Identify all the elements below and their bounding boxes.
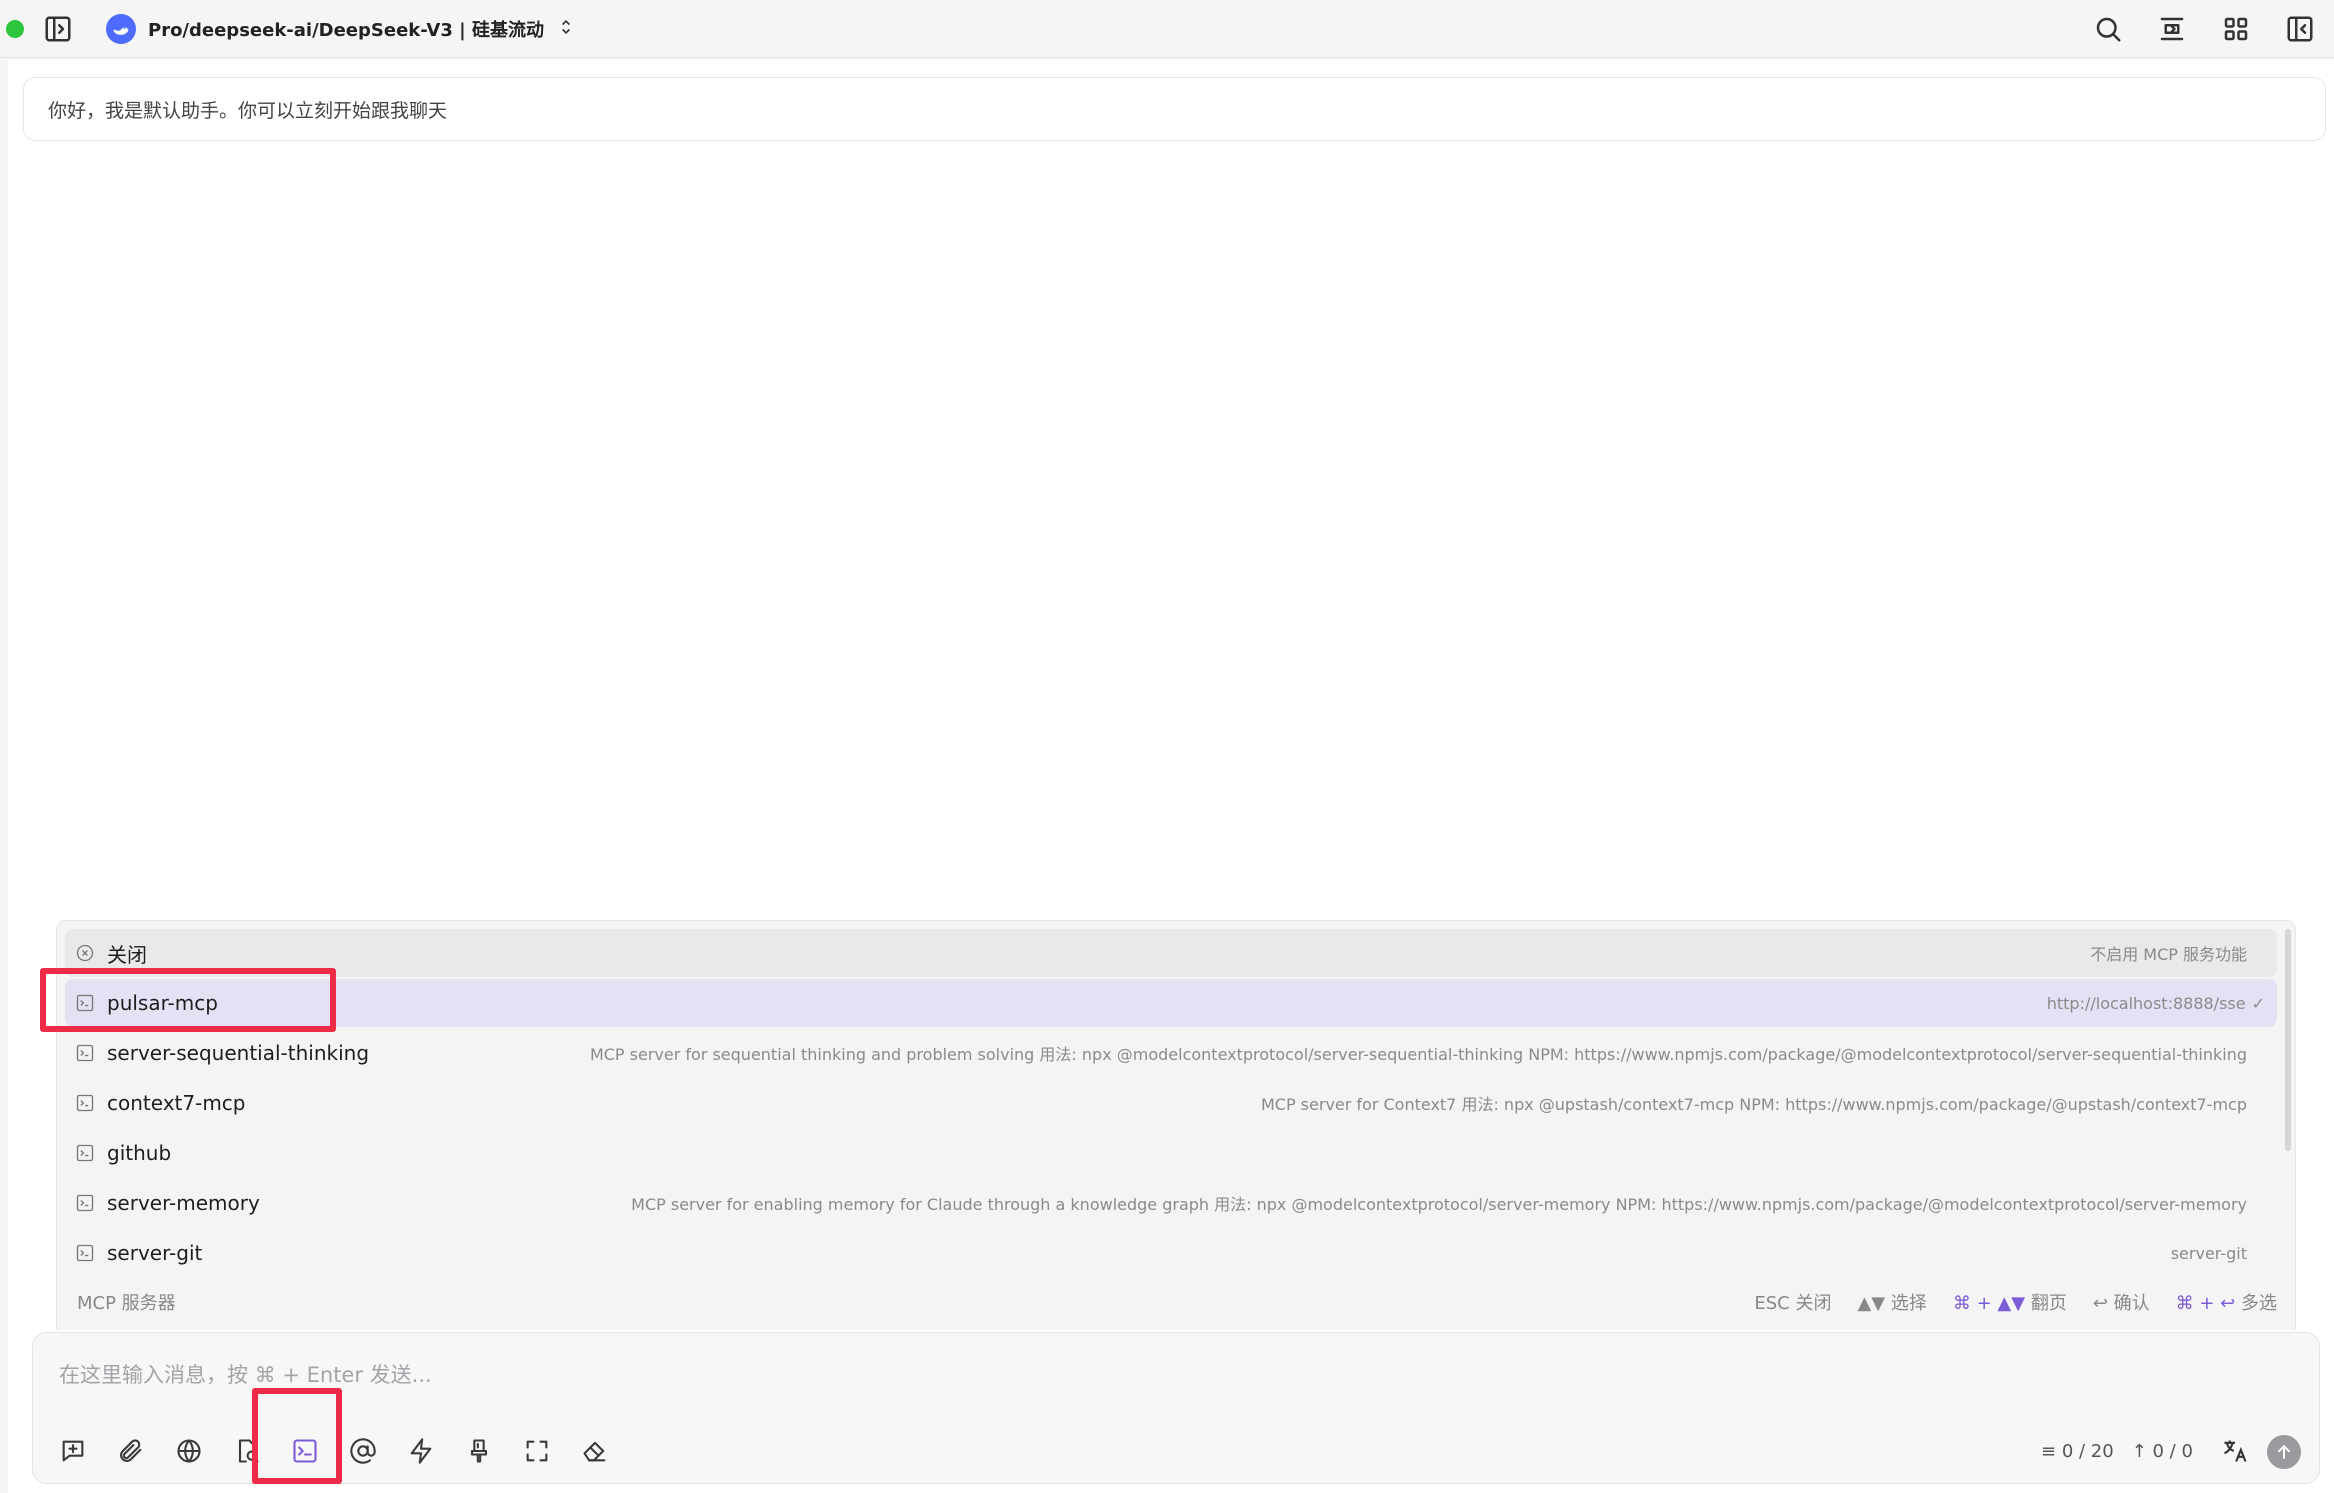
terminal-icon: [75, 1193, 107, 1213]
mcp-server-desc: server-git: [2170, 1243, 2247, 1263]
close-circle-icon: [75, 943, 107, 963]
clear-context-icon[interactable]: [459, 1431, 499, 1471]
window-status-dot[interactable]: [6, 20, 24, 38]
mcp-close-option[interactable]: 关闭 不启用 MCP 服务功能: [65, 929, 2277, 977]
send-button[interactable]: [2267, 1435, 2301, 1469]
grid-icon[interactable]: [2216, 9, 2256, 49]
mcp-server-desc: MCP server for enabling memory for Claud…: [631, 1195, 2247, 1214]
knowledge-base-icon[interactable]: [227, 1431, 267, 1471]
terminal-icon: [75, 1243, 107, 1263]
mcp-server-desc: MCP server for Context7 用法: npx @upstash…: [1260, 1095, 2247, 1114]
translate-icon[interactable]: [2215, 1431, 2255, 1471]
context-count: ≡ 0 / 20: [2041, 1441, 2114, 1462]
new-topic-icon[interactable]: [53, 1431, 93, 1471]
sidebar-right-icon[interactable]: [2280, 9, 2320, 49]
mcp-server-name: server-memory: [107, 1191, 260, 1215]
popup-footer-title: MCP 服务器: [77, 1293, 176, 1314]
lightning-icon[interactable]: [401, 1431, 441, 1471]
mcp-server-item[interactable]: pulsar-mcp http://localhost:8888/sse ✓: [65, 979, 2277, 1027]
hint-page: ⌘ + ▲▼ 翻页: [1953, 1289, 2067, 1315]
app-window: Pro/deepseek-ai/DeepSeek-V3 | 硅基流动 你好，我是…: [0, 0, 2334, 1493]
sidebar-toggle-icon[interactable]: [38, 9, 78, 49]
token-count-value: 0 / 0: [2152, 1441, 2193, 1462]
mcp-server-item[interactable]: server-git server-git: [65, 1229, 2277, 1277]
mcp-server-item[interactable]: server-memory MCP server for enabling me…: [65, 1179, 2277, 1227]
mcp-server-item[interactable]: context7-mcp MCP server for Context7 用法:…: [65, 1079, 2277, 1127]
eraser-icon[interactable]: [575, 1431, 615, 1471]
search-icon[interactable]: [2088, 9, 2128, 49]
hint-select: ▲▼ 选择: [1857, 1293, 1927, 1314]
token-counts: ≡ 0 / 20 ↑ 0 / 0: [2041, 1441, 2193, 1462]
check-icon: ✓: [2251, 993, 2265, 1013]
mcp-server-icon[interactable]: [285, 1431, 325, 1471]
chevron-updown-icon: [556, 17, 576, 41]
mcp-close-label: 关闭: [107, 942, 147, 967]
model-selector[interactable]: Pro/deepseek-ai/DeepSeek-V3 | 硅基流动: [106, 12, 576, 46]
message-input[interactable]: 在这里输入消息，按 ⌘ + Enter 发送...: [59, 1359, 432, 1389]
welcome-message: 你好，我是默认助手。你可以立刻开始跟我聊天: [23, 77, 2326, 141]
topic-icon[interactable]: [2152, 9, 2192, 49]
hint-esc: ESC 关闭: [1754, 1293, 1832, 1314]
hint-multi-label: 多选: [2241, 1293, 2277, 1314]
mcp-server-name: github: [107, 1141, 172, 1165]
hint-multi: ⌘ + ↩ 多选: [2176, 1289, 2277, 1315]
model-name: Pro/deepseek-ai/DeepSeek-V3 | 硅基流动: [148, 20, 544, 41]
mcp-server-name: server-git: [107, 1241, 203, 1265]
mcp-server-item[interactable]: server-sequential-thinking MCP server fo…: [65, 1029, 2277, 1077]
popup-footer: MCP 服务器 ESC 关闭 ▲▼ 选择 ⌘ + ▲▼ 翻页 ↩ 确认 ⌘ + …: [57, 1273, 2297, 1331]
terminal-icon: [75, 1093, 107, 1113]
deepseek-logo-icon: [106, 14, 136, 44]
hint-page-key: ⌘ + ▲▼: [1952, 1293, 2026, 1314]
terminal-icon: [75, 1143, 107, 1163]
hint-confirm: ↩ 确认: [2092, 1293, 2150, 1314]
mention-icon[interactable]: [343, 1431, 383, 1471]
fullscreen-icon[interactable]: [517, 1431, 557, 1471]
web-search-icon[interactable]: [169, 1431, 209, 1471]
mcp-server-popup: 关闭 不启用 MCP 服务功能 pulsar-mcp http://localh…: [56, 920, 2296, 1330]
context-count-value: 0 / 20: [2061, 1441, 2114, 1462]
token-count: ↑ 0 / 0: [2131, 1441, 2193, 1462]
attachment-icon[interactable]: [111, 1431, 151, 1471]
input-toolbar: [53, 1431, 615, 1471]
keyboard-hints: ESC 关闭 ▲▼ 选择 ⌘ + ▲▼ 翻页 ↩ 确认 ⌘ + ↩ 多选: [1754, 1289, 2277, 1315]
terminal-icon: [75, 1043, 107, 1063]
mcp-close-desc: 不启用 MCP 服务功能: [2090, 945, 2247, 964]
top-bar: Pro/deepseek-ai/DeepSeek-V3 | 硅基流动: [0, 0, 2334, 58]
mcp-server-desc: http://localhost:8888/sse: [2046, 993, 2246, 1013]
terminal-icon: [75, 993, 107, 1013]
mcp-server-item[interactable]: github: [65, 1129, 2277, 1177]
mcp-server-name: server-sequential-thinking: [107, 1041, 370, 1065]
hint-multi-key: ⌘ + ↩: [2175, 1293, 2236, 1314]
popup-scrollbar[interactable]: [2285, 929, 2291, 1151]
mcp-server-name: context7-mcp: [107, 1091, 246, 1115]
message-input-box[interactable]: 在这里输入消息，按 ⌘ + Enter 发送... ≡ 0 / 20 ↑ 0 /…: [32, 1332, 2320, 1484]
mcp-server-desc: MCP server for sequential thinking and p…: [589, 1045, 2247, 1064]
mcp-server-name: pulsar-mcp: [107, 991, 218, 1015]
hint-page-label: 翻页: [2030, 1293, 2067, 1314]
